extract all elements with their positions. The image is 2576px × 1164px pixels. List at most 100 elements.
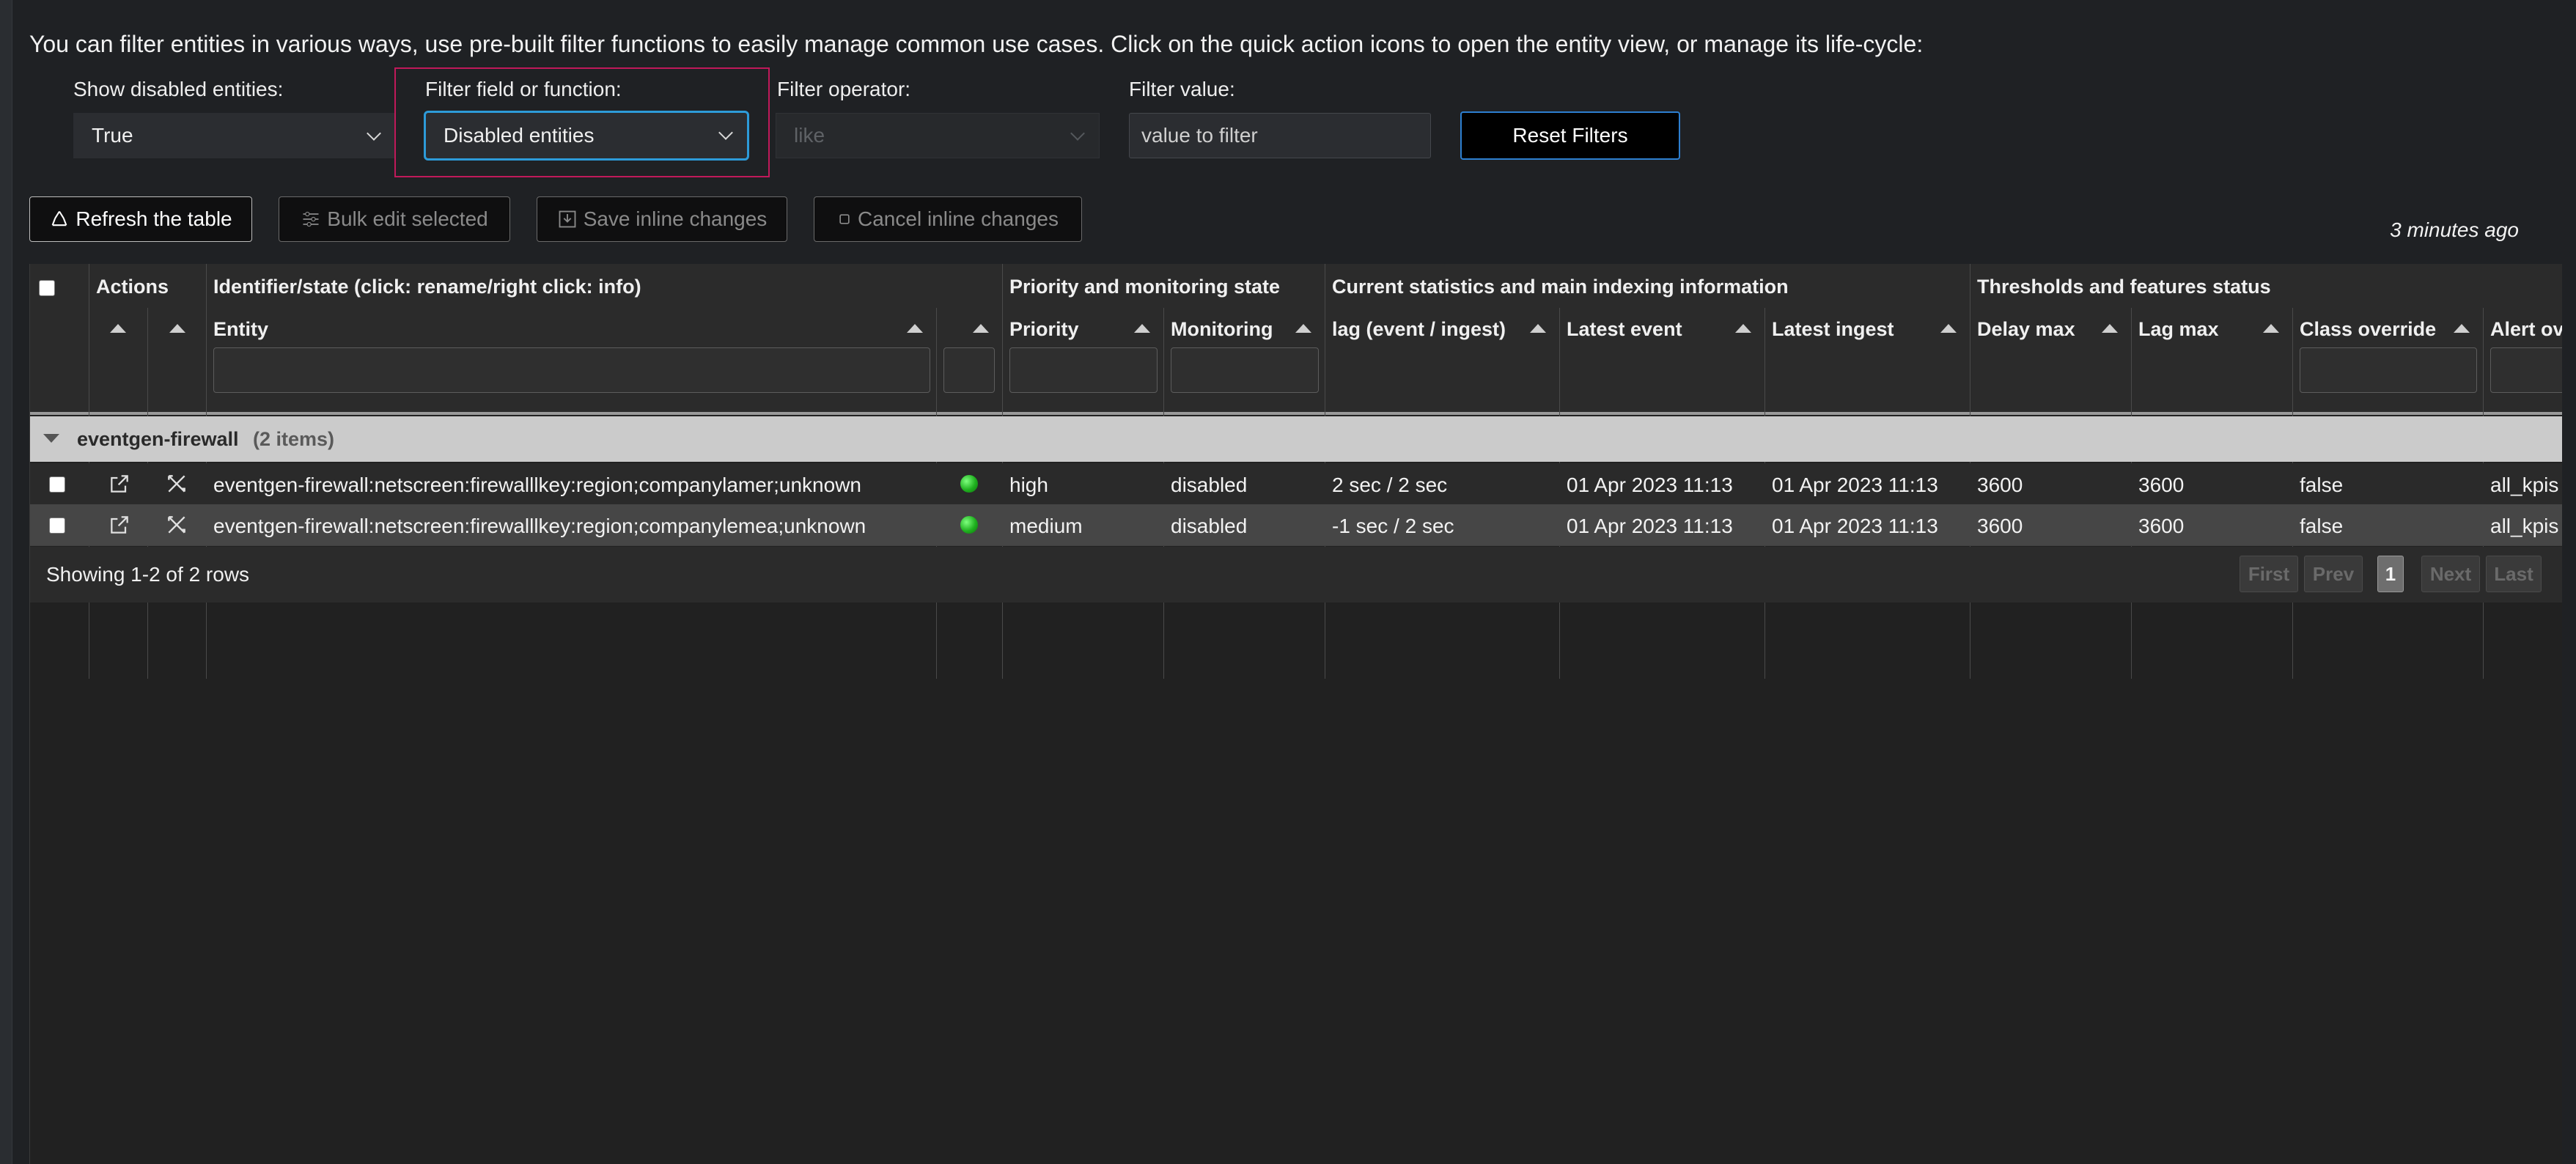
sort-asc-icon[interactable] <box>907 324 923 333</box>
refresh-table-label: Refresh the table <box>76 207 232 230</box>
cancel-inline-label: Cancel inline changes <box>858 207 1059 230</box>
show-disabled-select[interactable]: True <box>73 113 396 158</box>
priority-cell[interactable]: medium <box>1009 515 1083 538</box>
latest-event-cell: 01 Apr 2023 11:13 <box>1567 474 1733 496</box>
pagination-prev-button[interactable]: Prev <box>2304 556 2363 592</box>
filter-field-value: Disabled entities <box>444 124 595 147</box>
sort-asc-icon[interactable] <box>2263 324 2279 333</box>
class-override-cell[interactable]: false <box>2300 515 2343 538</box>
save-inline-label: Save inline changes <box>583 207 768 230</box>
table-footer: Showing 1-2 of 2 rows First Prev 1 Next … <box>30 547 2562 603</box>
sort-asc-icon[interactable] <box>1134 324 1150 333</box>
sort-asc-icon[interactable] <box>169 324 185 333</box>
filter-value-input[interactable] <box>1129 113 1431 158</box>
open-entity-icon[interactable] <box>108 472 131 496</box>
filter-operator-select[interactable]: like <box>776 113 1100 158</box>
column-header-lag[interactable]: lag (event / ingest) <box>1332 318 1506 341</box>
lag-cell: 2 sec / 2 sec <box>1332 474 1448 496</box>
latest-ingest-cell: 01 Apr 2023 11:13 <box>1772 474 1938 496</box>
open-entity-icon[interactable] <box>108 513 131 537</box>
column-header-alert-override[interactable]: Alert ov <box>2490 318 2562 341</box>
alert-override-cell[interactable]: all_kpis <box>2490 474 2558 497</box>
intro-text: You can filter entities in various ways,… <box>29 31 1924 57</box>
lag-cell: -1 sec / 2 sec <box>1332 515 1454 537</box>
pagination-next-button[interactable]: Next <box>2421 556 2480 592</box>
sort-asc-icon[interactable] <box>1530 324 1546 333</box>
class-override-filter-input[interactable] <box>2300 347 2477 393</box>
bulk-edit-button[interactable]: Bulk edit selected <box>279 196 510 242</box>
monitoring-cell: disabled <box>1171 474 1248 496</box>
alert-override-cell[interactable]: all_kpis <box>2490 515 2558 538</box>
priority-filter-input[interactable] <box>1009 347 1158 393</box>
chevron-down-icon <box>1070 126 1085 141</box>
sort-asc-icon[interactable] <box>1940 324 1957 333</box>
state-filter-input[interactable] <box>943 347 995 393</box>
group-header-actions: Actions <box>96 276 169 298</box>
row-checkbox[interactable] <box>49 476 65 493</box>
entity-cell[interactable]: eventgen-firewall:netscreen:firewalllkey… <box>213 474 861 497</box>
sort-asc-icon[interactable] <box>973 324 989 333</box>
tools-icon[interactable] <box>165 513 188 537</box>
cancel-inline-button[interactable]: Cancel inline changes <box>814 196 1082 242</box>
filter-value-label: Filter value: <box>1129 78 1235 100</box>
show-disabled-label: Show disabled entities: <box>73 78 284 100</box>
sort-asc-icon[interactable] <box>1735 324 1751 333</box>
delay-max-cell[interactable]: 3600 <box>1977 474 2023 497</box>
group-header-stats: Current statistics and main indexing inf… <box>1332 276 1789 298</box>
column-header-monitoring[interactable]: Monitoring <box>1171 318 1273 341</box>
sort-asc-icon[interactable] <box>2102 324 2118 333</box>
chevron-down-icon <box>718 125 733 140</box>
reset-filters-label: Reset Filters <box>1512 124 1628 147</box>
column-header-lag-max[interactable]: Lag max <box>2138 318 2219 341</box>
pagination-current-page[interactable]: 1 <box>2377 556 2404 592</box>
show-disabled-value: True <box>92 124 133 147</box>
entity-filter-input[interactable] <box>213 347 930 393</box>
column-header-priority[interactable]: Priority <box>1009 318 1079 341</box>
sort-asc-icon[interactable] <box>1295 324 1311 333</box>
filter-field-select[interactable]: Disabled entities <box>424 111 749 161</box>
tools-icon[interactable] <box>165 472 188 496</box>
filter-field-label: Filter field or function: <box>425 78 622 100</box>
class-override-cell[interactable]: false <box>2300 474 2343 497</box>
row-checkbox[interactable] <box>49 517 65 534</box>
group-header-priority: Priority and monitoring state <box>1009 276 1281 298</box>
reset-filters-button[interactable]: Reset Filters <box>1460 111 1680 160</box>
refresh-table-button[interactable]: Refresh the table <box>29 196 252 242</box>
column-header-latest-event[interactable]: Latest event <box>1567 318 1682 341</box>
group-header-identifier: Identifier/state (click: rename/right cl… <box>213 276 641 298</box>
monitoring-filter-input[interactable] <box>1171 347 1319 393</box>
entity-cell[interactable]: eventgen-firewall:netscreen:firewalllkey… <box>213 515 866 538</box>
state-indicator <box>960 516 978 534</box>
sliders-icon <box>303 211 319 227</box>
column-header-class-override[interactable]: Class override <box>2300 318 2436 341</box>
latest-ingest-cell: 01 Apr 2023 11:13 <box>1772 515 1938 537</box>
select-all-checkbox[interactable] <box>39 280 55 296</box>
save-inline-button[interactable]: Save inline changes <box>537 196 787 242</box>
lag-max-cell[interactable]: 3600 <box>2138 515 2184 538</box>
pagination-first-button[interactable]: First <box>2240 556 2298 592</box>
bulk-edit-label: Bulk edit selected <box>327 207 488 230</box>
column-header-delay-max[interactable]: Delay max <box>1977 318 2075 341</box>
chevron-down-icon <box>367 126 381 141</box>
lag-max-cell[interactable]: 3600 <box>2138 474 2184 497</box>
save-icon <box>559 210 576 228</box>
group-count: (2 items) <box>253 428 335 450</box>
priority-cell[interactable]: high <box>1009 474 1048 497</box>
rows-summary: Showing 1-2 of 2 rows <box>46 563 250 586</box>
delay-max-cell[interactable]: 3600 <box>1977 515 2023 538</box>
entities-table: Actions Identifier/state (click: rename/… <box>29 264 2562 1164</box>
pagination-last-button[interactable]: Last <box>2486 556 2542 592</box>
table-row[interactable]: eventgen-firewall:netscreen:firewalllkey… <box>30 463 2562 505</box>
monitoring-cell: disabled <box>1171 515 1248 537</box>
column-header-latest-ingest[interactable]: Latest ingest <box>1772 318 1894 341</box>
collapse-caret-icon[interactable] <box>43 434 59 443</box>
sort-asc-icon[interactable] <box>2454 324 2470 333</box>
column-header-entity[interactable]: Entity <box>213 318 268 341</box>
filter-operator-value: like <box>794 124 825 147</box>
left-sidebar-edge <box>0 0 12 1164</box>
table-group-row[interactable]: eventgen-firewall (2 items) <box>30 416 2562 462</box>
sort-asc-icon[interactable] <box>110 324 126 333</box>
table-row[interactable]: eventgen-firewall:netscreen:firewalllkey… <box>30 504 2562 546</box>
group-header-thresholds: Thresholds and features status <box>1977 276 2271 298</box>
alert-override-filter-input[interactable] <box>2490 347 2562 393</box>
